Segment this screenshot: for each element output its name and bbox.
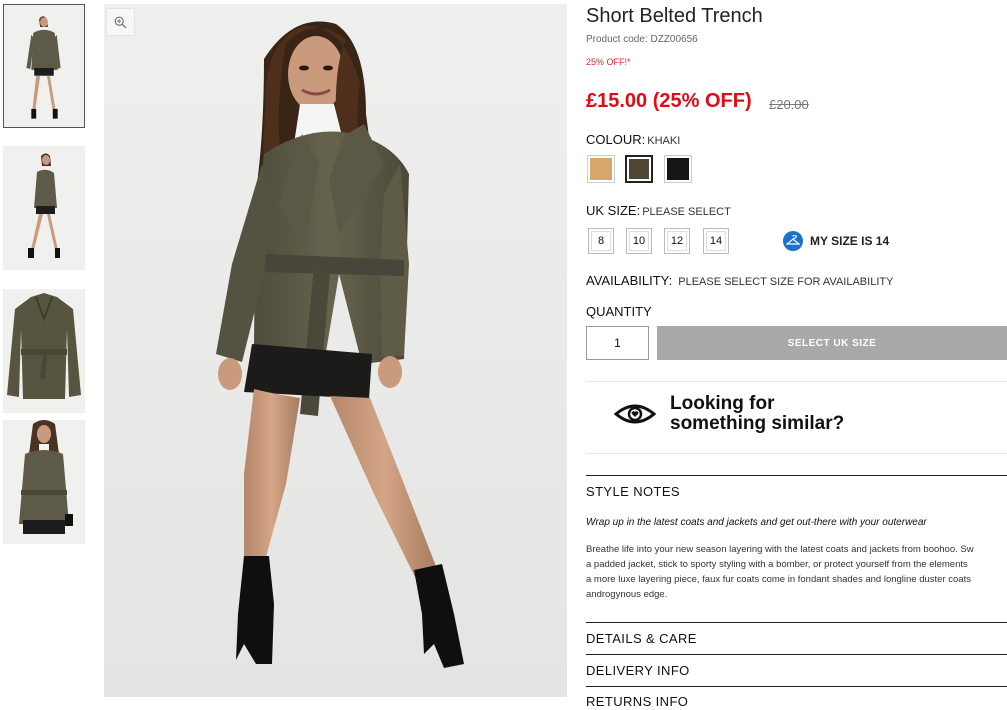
style-notes-line: a more luxe layering piece, faux fur coa… <box>586 574 971 585</box>
main-product-image[interactable] <box>104 4 567 697</box>
swatch-khaki[interactable] <box>625 155 653 183</box>
thumbnail-1[interactable] <box>3 4 85 128</box>
my-size-text: MY SIZE IS 14 <box>810 234 890 248</box>
divider <box>586 475 1007 476</box>
availability-label: AVAILABILITY: PLEASE SELECT SIZE FOR AVAI… <box>586 273 893 288</box>
colour-value: KHAKI <box>647 135 681 147</box>
style-notes-body: Breathe life into your new season layeri… <box>586 542 1007 602</box>
swatch-camel-fill <box>590 158 612 180</box>
style-notes-line: androgynous edge. <box>586 589 668 600</box>
divider <box>586 686 1007 687</box>
size-label: UK SIZE: PLEASE SELECT <box>586 203 731 218</box>
find-similar-link[interactable]: Looking for something similar? <box>614 394 844 434</box>
select-size-button[interactable]: SELECT UK SIZE <box>657 326 1007 360</box>
divider <box>586 654 1007 655</box>
size-option-label: 14 <box>706 231 726 251</box>
delivery-info-tab[interactable]: DELIVERY INFO <box>586 663 690 678</box>
availability-value: PLEASE SELECT SIZE FOR AVAILABILITY <box>678 276 894 288</box>
quantity-input[interactable] <box>586 326 649 360</box>
similar-line-1: Looking for <box>670 393 775 414</box>
thumbnail-2[interactable] <box>3 146 85 270</box>
size-option-8[interactable]: 8 <box>588 228 614 254</box>
size-value: PLEASE SELECT <box>642 206 731 218</box>
original-price: £20.00 <box>769 97 809 112</box>
model-closeup-image <box>3 420 85 544</box>
thumbnail-3[interactable] <box>3 289 85 413</box>
quantity-label: QUANTITY <box>586 304 652 319</box>
zoom-icon <box>114 16 127 28</box>
size-option-10[interactable]: 10 <box>626 228 652 254</box>
divider <box>586 381 1007 382</box>
zoom-button[interactable] <box>106 8 135 36</box>
coat-flatlay-image <box>3 289 85 413</box>
size-option-label: 8 <box>591 231 611 251</box>
sale-price: £15.00 (25% OFF) <box>586 90 752 112</box>
size-option-12[interactable]: 12 <box>664 228 690 254</box>
swatch-black-fill <box>667 158 689 180</box>
colour-label: COLOUR: KHAKI <box>586 132 680 147</box>
size-option-label: 10 <box>629 231 649 251</box>
my-size-link[interactable]: MY SIZE IS 14 <box>783 231 889 251</box>
hanger-icon <box>783 231 803 251</box>
similar-line-2: something similar? <box>670 413 845 434</box>
model-side-image <box>3 146 85 270</box>
model-front-image <box>4 5 84 127</box>
returns-info-tab[interactable]: RETURNS INFO <box>586 694 688 709</box>
divider <box>586 622 1007 623</box>
style-notes-tagline: Wrap up in the latest coats and jackets … <box>586 517 927 528</box>
size-option-label: 12 <box>667 231 687 251</box>
model-wearing-trench-image <box>104 4 567 697</box>
divider <box>586 453 1007 454</box>
size-option-14[interactable]: 14 <box>703 228 729 254</box>
availability-label-text: AVAILABILITY: <box>586 273 673 288</box>
product-code: Product code: DZZ00656 <box>586 34 698 45</box>
style-notes-line: a padded jacket, stick to sporty styling… <box>586 559 968 570</box>
size-label-text: UK SIZE: <box>586 203 641 218</box>
swatch-black[interactable] <box>664 155 692 183</box>
product-title: Short Belted Trench <box>586 5 763 27</box>
colour-label-text: COLOUR: <box>586 132 646 147</box>
details-care-tab[interactable]: DETAILS & CARE <box>586 631 697 646</box>
style-notes-line: Breathe life into your new season layeri… <box>586 544 974 555</box>
swatch-camel[interactable] <box>587 155 615 183</box>
promo-text: 25% OFF!* <box>586 57 631 67</box>
swatch-khaki-fill <box>629 159 649 179</box>
thumbnail-4[interactable] <box>3 420 85 544</box>
eye-heart-icon <box>614 404 656 424</box>
style-notes-heading[interactable]: STYLE NOTES <box>586 484 680 499</box>
